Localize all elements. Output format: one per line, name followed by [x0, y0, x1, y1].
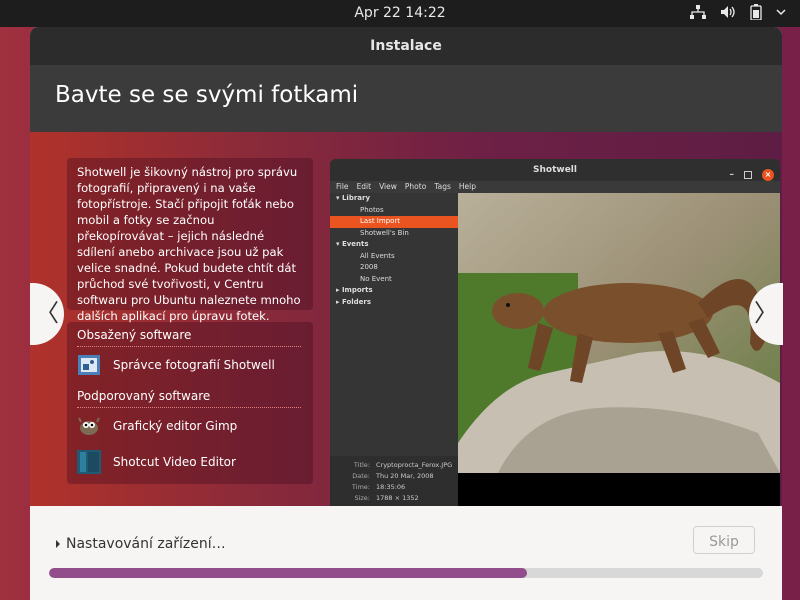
shotwell-sidebar-item: Shotwell's Bin: [360, 228, 409, 237]
shotwell-screenshot: Shotwell – × File Edit View Photo Tags H…: [330, 159, 780, 506]
supported-software-label: Shotcut Video Editor: [113, 455, 236, 469]
fossa-photo: [458, 193, 780, 506]
expander-icon[interactable]: [56, 540, 60, 548]
close-icon: ×: [762, 169, 774, 181]
system-tray[interactable]: [690, 4, 786, 20]
top-bar: Apr 22 14:22: [0, 0, 800, 27]
shotwell-titlebar: Shotwell – ×: [330, 159, 780, 181]
window-title: Instalace: [30, 27, 782, 65]
shotwell-icon: [77, 353, 101, 377]
maximize-icon: [744, 171, 752, 179]
shotwell-menu-item: Tags: [434, 182, 451, 191]
install-status-label: Nastavování zařízení…: [66, 536, 226, 552]
shotwell-sidebar-item: All Events: [360, 251, 395, 260]
included-software-item: Správce fotografií Shotwell: [77, 347, 301, 383]
slide-description: Shotwell je šikovný nástroj pro správu f…: [77, 165, 301, 323]
power-menu-icon[interactable]: [776, 5, 786, 19]
chevron-left-icon: 〈: [35, 299, 59, 327]
shotwell-metadata: Title: Cryptoprocta_Ferox.JPG Date: Thu 20…: [330, 456, 458, 506]
supported-software-item: Shotcut Video Editor: [77, 444, 301, 480]
slide-body: Shotwell je šikovný nástroj pro správu f…: [30, 132, 782, 506]
network-icon[interactable]: [690, 5, 706, 19]
shotwell-menu-item: Edit: [356, 182, 372, 191]
supported-software-heading: Podporovaný software: [77, 383, 301, 408]
shotwell-sidebar-item: Last Import: [330, 216, 458, 228]
skip-button[interactable]: Skip: [693, 526, 755, 554]
install-progress-bar: [49, 568, 763, 578]
supported-software-label: Grafický editor Gimp: [113, 419, 238, 433]
installer-footer: Nastavování zařízení… Skip: [30, 506, 782, 600]
software-box: Obsažený software Správce fotografií Sho…: [67, 322, 313, 484]
shotwell-menu-item: Help: [458, 182, 477, 191]
shotwell-title: Shotwell: [533, 165, 577, 175]
shotwell-sidebar-item: ▾ Events: [336, 240, 369, 248]
shotcut-icon: [77, 450, 101, 474]
shotwell-sidebar-item: 2008: [360, 263, 378, 271]
minimize-icon: –: [729, 170, 735, 180]
shotwell-sidebar: ▾ Library Photos Last Import Shotwell's …: [330, 193, 458, 506]
shotwell-menu-item: Photo: [404, 182, 427, 191]
shotwell-sidebar-item: No Event: [360, 274, 392, 283]
shotwell-menu-item: View: [379, 182, 397, 191]
shotwell-sidebar-item: Photos: [360, 205, 384, 214]
volume-icon[interactable]: [720, 5, 736, 19]
installer-window: Instalace Bavte se se svými fotkami Shot…: [30, 27, 782, 600]
shotwell-menubar: File Edit View Photo Tags Help: [330, 181, 780, 193]
shotwell-sidebar-item: ▸ Folders: [336, 297, 372, 306]
slide-description-box: Shotwell je šikovný nástroj pro správu f…: [67, 158, 313, 323]
supported-software-item: Grafický editor Gimp: [77, 408, 301, 444]
install-status[interactable]: Nastavování zařízení…: [56, 536, 226, 552]
slide-header: Bavte se se svými fotkami: [30, 65, 782, 132]
install-progress-fill: [49, 568, 528, 578]
shotwell-sidebar-item: ▾ Library: [336, 194, 371, 202]
chevron-right-icon: 〉: [754, 299, 778, 327]
slide-title: Bavte se se svými fotkami: [55, 82, 359, 108]
clock[interactable]: Apr 22 14:22: [0, 5, 800, 21]
battery-icon[interactable]: [750, 4, 762, 20]
included-software-label: Správce fotografií Shotwell: [113, 358, 275, 372]
shotwell-sidebar-item: ▸ Imports: [336, 286, 373, 294]
shotwell-menu-item: File: [336, 182, 349, 191]
included-software-heading: Obsažený software: [77, 322, 301, 347]
gimp-icon: [77, 414, 101, 438]
